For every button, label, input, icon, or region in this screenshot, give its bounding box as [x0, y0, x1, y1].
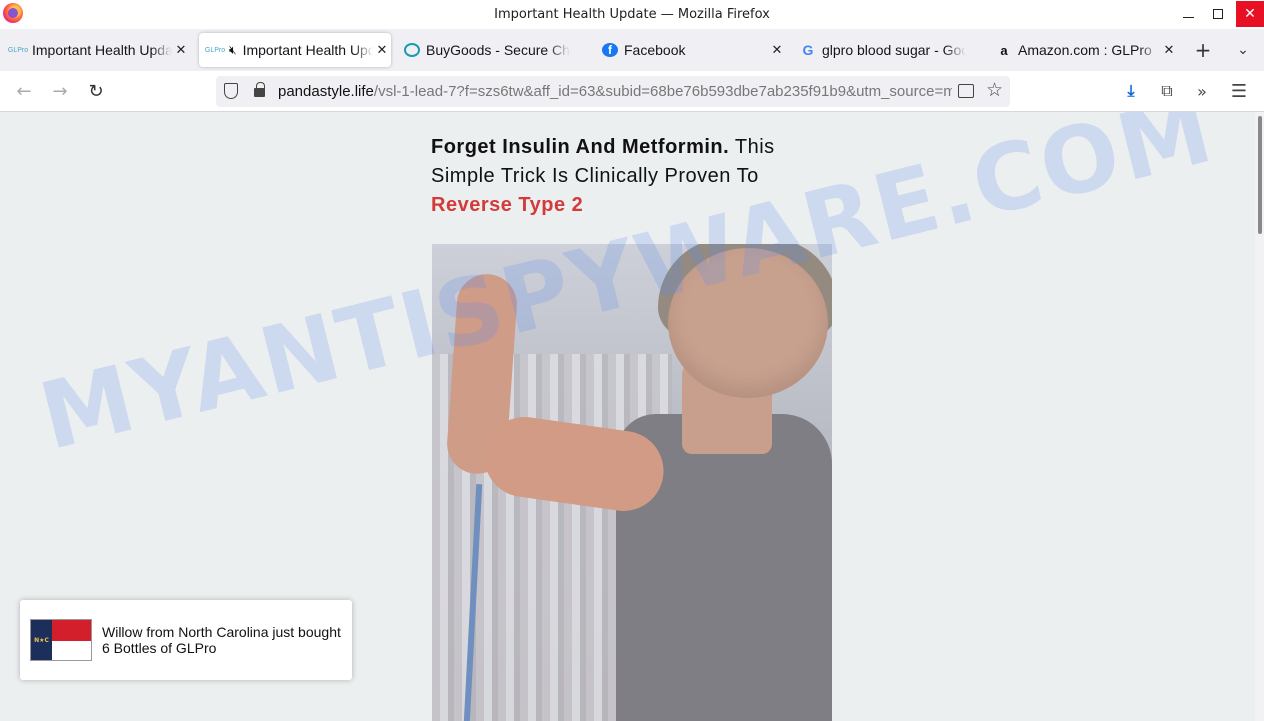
close-tab-icon[interactable]: ✕ — [768, 42, 786, 58]
purchase-notification-toast: N★C Willow from North Carolina just boug… — [20, 600, 352, 680]
tab-important-health-2[interactable]: GLPro 🔇︎ Important Health Update ✕ — [199, 33, 391, 67]
reload-button[interactable]: ↻ — [82, 77, 110, 105]
buygoods-icon — [404, 43, 420, 57]
url-bar[interactable]: pandastyle.life/vsl-1-lead-7?f=szs6tw&af… — [216, 76, 1010, 107]
tab-facebook[interactable]: f Facebook ✕ — [594, 33, 786, 67]
page-content: Forget Insulin And Metformin. This Simpl… — [0, 112, 1264, 721]
reader-view-icon[interactable] — [958, 84, 974, 98]
toast-product: 6 Bottles of GLPro — [102, 640, 217, 656]
close-tab-icon[interactable]: ✕ — [172, 42, 190, 58]
downloads-icon[interactable]: ⤓ — [1119, 79, 1143, 103]
page-headline: Forget Insulin And Metformin. This Simpl… — [431, 133, 811, 220]
maximize-button[interactable] — [1200, 0, 1236, 28]
toast-text: from North Carolina just bought — [142, 624, 341, 640]
close-window-button[interactable]: ✕ — [1236, 1, 1264, 27]
headline-bold: Forget Insulin And Metformin. — [431, 136, 730, 158]
tracking-protection-shield-icon[interactable] — [224, 83, 238, 99]
amazon-icon: a — [1000, 42, 1008, 58]
new-tab-button[interactable]: + — [1192, 37, 1214, 63]
url-text[interactable]: pandastyle.life/vsl-1-lead-7?f=szs6tw&af… — [278, 83, 952, 100]
tab-label: Important Health Update — [32, 42, 172, 58]
facebook-icon: f — [602, 43, 618, 57]
overflow-chevron-icon[interactable]: » — [1190, 79, 1214, 103]
close-tab-icon[interactable]: ✕ — [1160, 42, 1178, 58]
tab-amazon[interactable]: a Amazon.com : GLPro ✕ — [988, 33, 1178, 67]
forward-button[interactable]: → — [46, 77, 74, 105]
north-carolina-flag-icon: N★C — [30, 619, 92, 661]
tab-label: glpro blood sugar - Google Search — [822, 42, 966, 58]
extensions-puzzle-icon[interactable]: ⧉ — [1155, 79, 1179, 103]
toast-message: Willow from North Carolina just bought 6… — [102, 624, 348, 656]
close-tab-icon[interactable]: ✕ — [373, 42, 391, 58]
list-all-tabs-button[interactable]: ⌄ — [1232, 37, 1254, 63]
bookmark-star-icon[interactable]: ☆ — [986, 79, 1003, 101]
tab-label: Amazon.com : GLPro — [1018, 42, 1152, 58]
window-title: Important Health Update — Mozilla Firefo… — [494, 7, 770, 22]
tab-label: Important Health Update — [242, 42, 373, 58]
window-titlebar: Important Health Update — Mozilla Firefo… — [0, 0, 1264, 29]
promo-video[interactable] — [432, 244, 832, 721]
tab-buygoods[interactable]: BuyGoods - Secure Checkout ✕ — [396, 33, 588, 67]
navigation-toolbar: ← → ↻ pandastyle.life/vsl-1-lead-7?f=szs… — [0, 71, 1264, 112]
page-scrollbar[interactable] — [1255, 112, 1264, 721]
url-path: /vsl-1-lead-7?f=szs6tw&aff_id=63&subid=6… — [373, 83, 952, 100]
glpro-icon: GLPro — [204, 46, 226, 54]
headline-highlight: Reverse Type 2 — [431, 194, 584, 216]
google-icon: G — [802, 42, 814, 58]
tab-label: BuyGoods - Secure Checkout — [426, 42, 570, 58]
url-host: pandastyle.life — [278, 83, 374, 100]
hamburger-menu-icon[interactable]: ☰ — [1227, 79, 1251, 103]
tab-google-search[interactable]: G glpro blood sugar - Google Search ✕ — [792, 33, 984, 67]
glpro-icon: GLPro — [7, 46, 29, 54]
tab-important-health-1[interactable]: GLPro Important Health Update ✕ — [2, 33, 190, 67]
scrollbar-thumb[interactable] — [1258, 116, 1262, 234]
back-button[interactable]: ← — [10, 77, 38, 105]
tab-strip: GLPro Important Health Update ✕ GLPro 🔇︎… — [0, 29, 1264, 71]
mute-speaker-icon[interactable]: 🔇︎ — [229, 43, 237, 58]
tab-label: Facebook — [624, 42, 686, 58]
lock-icon[interactable] — [254, 82, 265, 97]
toast-name: Willow — [102, 624, 143, 640]
